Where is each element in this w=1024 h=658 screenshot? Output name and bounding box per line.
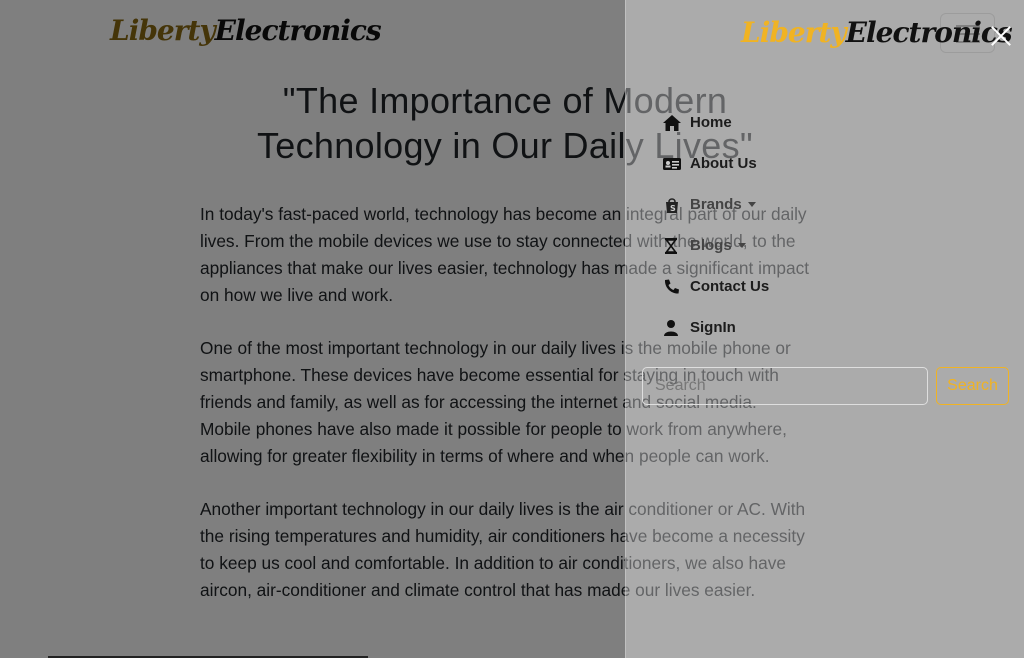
nav-label: SignIn xyxy=(690,319,736,336)
home-icon xyxy=(662,114,682,132)
search-input[interactable] xyxy=(642,367,928,405)
nav-label: Home xyxy=(690,114,732,131)
nav-label: Brands xyxy=(690,196,742,213)
nav-item-signin[interactable]: SignIn xyxy=(662,307,769,348)
nav-label: About Us xyxy=(690,155,757,172)
search-button[interactable]: Search xyxy=(936,367,1009,405)
nav-item-brands[interactable]: S Brands xyxy=(662,184,769,225)
close-icon[interactable] xyxy=(989,24,1013,48)
id-card-icon xyxy=(662,155,682,173)
phone-icon xyxy=(662,278,682,296)
nav-item-contact[interactable]: Contact Us xyxy=(662,266,769,307)
chevron-down-icon xyxy=(737,243,746,248)
shopping-bag-icon: S xyxy=(662,196,682,214)
nav-label: Blogs xyxy=(690,237,732,254)
svg-text:S: S xyxy=(670,204,676,213)
logo-electronics: Electronics xyxy=(845,16,1013,49)
chevron-down-icon xyxy=(747,202,756,207)
nav-item-about[interactable]: About Us xyxy=(662,143,769,184)
user-icon xyxy=(662,319,682,337)
offcanvas-nav: Home About Us S Brands Blogs Contact Us … xyxy=(662,102,769,348)
offcanvas-menu: LibertyElectronics Home About Us S Brand… xyxy=(625,0,1024,658)
hourglass-icon xyxy=(662,237,682,255)
offcanvas-logo[interactable]: LibertyElectronics xyxy=(741,16,1013,49)
nav-item-blogs[interactable]: Blogs xyxy=(662,225,769,266)
nav-label: Contact Us xyxy=(690,278,770,295)
logo-liberty: Liberty xyxy=(741,16,847,49)
nav-item-home[interactable]: Home xyxy=(662,102,769,143)
